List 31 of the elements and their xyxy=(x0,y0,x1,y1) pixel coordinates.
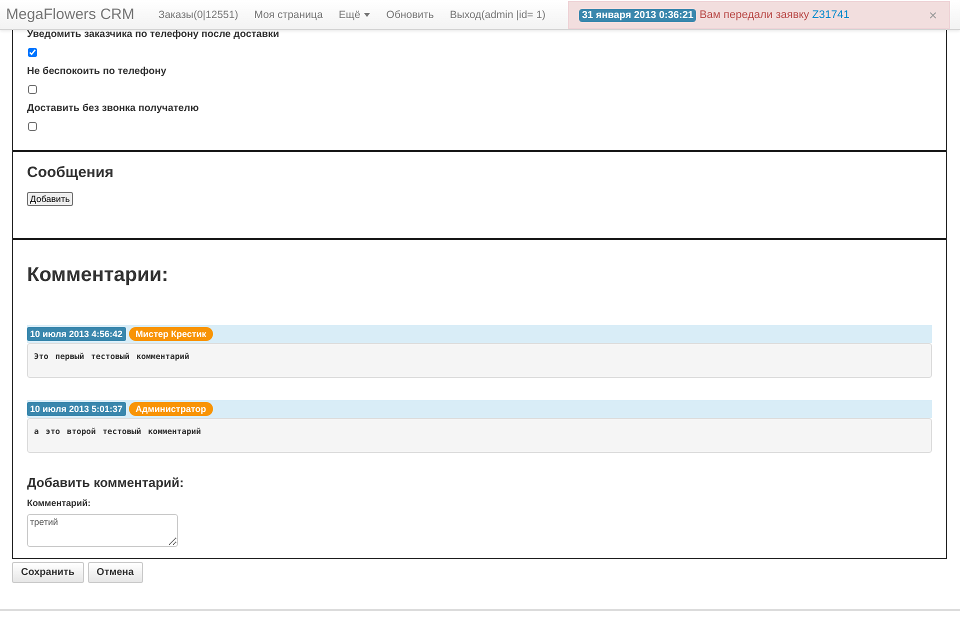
checkbox[interactable] xyxy=(28,122,37,131)
option-label: Уведомить заказчика по телефону после доставки xyxy=(27,29,280,41)
notification-message: Вам передали заявку xyxy=(699,9,810,21)
nav-link[interactable]: Заказы(0|12551) xyxy=(150,8,246,20)
checkbox[interactable] xyxy=(28,48,37,57)
field-label: Комментарий: xyxy=(27,498,92,508)
author-badge: Администратор xyxy=(128,402,214,416)
comment-text: а это второй тестовый комментарий xyxy=(34,427,201,436)
dropdown-menu[interactable]: Ещё xyxy=(330,8,378,20)
date-badge: 31 января 2013 0:36:21 xyxy=(579,8,696,22)
option-label: Доставить без звонка получателю xyxy=(27,103,200,115)
comment-text: Это первый тестовый комментарий xyxy=(34,352,190,361)
caret-icon xyxy=(364,12,370,16)
section-title: Сообщения xyxy=(27,164,114,181)
date-badge: 10 июля 2013 5:01:37 xyxy=(27,402,126,416)
nav-link[interactable]: Моя страница xyxy=(246,8,331,20)
nav-link[interactable]: Выход(admin |id= 1) xyxy=(442,8,554,20)
order-link[interactable]: Z31741 xyxy=(812,9,850,21)
brand-logo[interactable]: MegaFlowers CRM xyxy=(6,6,134,23)
form-title: Добавить комментарий: xyxy=(27,475,185,490)
comment-field[interactable]: третий xyxy=(27,514,178,547)
nav-link[interactable]: Обновить xyxy=(378,8,442,20)
checkbox[interactable] xyxy=(28,85,37,94)
option-label: Не беспокоить по телефону xyxy=(27,66,168,78)
form-button[interactable]: Сохранить xyxy=(12,562,84,583)
form-button[interactable]: Отмена xyxy=(88,562,143,583)
date-badge: 10 июля 2013 4:56:42 xyxy=(27,327,126,341)
close-button[interactable]: × xyxy=(928,7,937,23)
add-button[interactable]: Добавить xyxy=(27,192,73,206)
author-badge: Мистер Крестик xyxy=(128,327,214,341)
section-title: Комментарии: xyxy=(27,264,170,287)
